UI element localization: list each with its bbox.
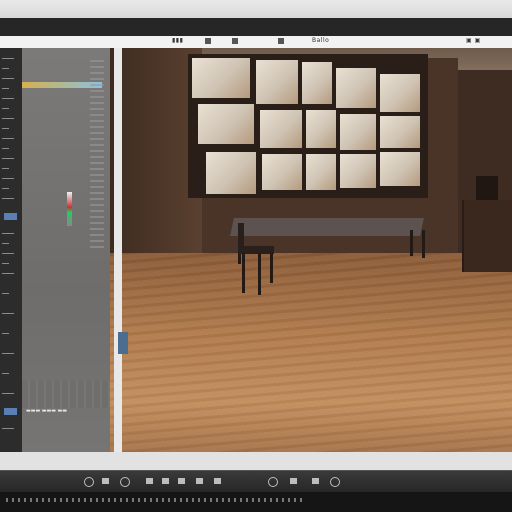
window-pane [336, 68, 376, 108]
ruler-tick [2, 198, 14, 199]
ruler-tick [2, 333, 9, 334]
ruler-tick [2, 263, 9, 264]
copy-icon[interactable] [196, 478, 203, 484]
ruler-tick [2, 98, 14, 99]
stop-icon[interactable] [102, 478, 109, 484]
menu-item-left[interactable]: ▮▮▮ [172, 37, 183, 44]
ruler-tick [2, 253, 14, 254]
window-pane [380, 152, 420, 186]
ruler-tick [2, 148, 9, 149]
chair-leg [270, 253, 273, 283]
marker-icon[interactable] [162, 478, 169, 484]
color-swatch[interactable] [67, 192, 72, 226]
window-pane [206, 152, 256, 194]
window-pane [198, 104, 254, 144]
ruler-tick [2, 243, 9, 244]
window-pane [380, 74, 420, 112]
timeline-bar[interactable] [0, 492, 512, 512]
ruler-tick [2, 108, 9, 109]
timeline-track[interactable] [6, 498, 306, 502]
view-icon[interactable] [278, 38, 284, 44]
window-pane [340, 154, 376, 188]
ruler-tick [2, 158, 14, 159]
window-title-strip [0, 18, 512, 36]
ruler-tick [2, 138, 14, 139]
panel-splitter[interactable] [114, 48, 122, 452]
panel-controls[interactable] [22, 380, 114, 408]
window-pane [306, 154, 336, 190]
transport-toolbar [0, 470, 512, 493]
snap-icon[interactable] [330, 477, 340, 487]
layout-icon[interactable] [232, 38, 238, 44]
panel-footer-text: ▬▬▬ ▬▬▬ ▬▬ [26, 408, 67, 414]
scene-cabinet-object [476, 176, 498, 200]
record-icon[interactable] [120, 477, 130, 487]
ruler-tick [2, 78, 14, 79]
track-marker[interactable] [4, 213, 17, 220]
scene-wood-floor [110, 253, 512, 452]
left-ruler-strip [0, 48, 22, 452]
cut-icon[interactable] [178, 478, 185, 484]
desk-leg [410, 230, 413, 256]
scene-chair-back [238, 223, 244, 248]
paste-icon[interactable] [214, 478, 221, 484]
window-pane [380, 116, 420, 148]
window-pane [302, 62, 332, 104]
settings-icon[interactable] [268, 477, 278, 487]
window-pane [192, 58, 250, 98]
scene-desk [230, 218, 424, 236]
menu-item-mid[interactable]: Ballo [312, 37, 329, 44]
ruler-tick [2, 273, 14, 274]
ruler-tick [2, 188, 9, 189]
ruler-tick [2, 428, 14, 429]
track-marker[interactable] [4, 408, 17, 415]
grid-toggle-icon[interactable] [312, 478, 319, 484]
ruler-tick [2, 313, 14, 314]
play-icon[interactable] [84, 477, 94, 487]
window-pane [256, 60, 298, 104]
menu-item-right[interactable]: ▣ ▣ [466, 37, 481, 44]
splitter-handle[interactable] [118, 332, 128, 354]
chair-leg [258, 253, 261, 295]
ruler-tick [2, 178, 14, 179]
ruler-tick [2, 128, 9, 129]
window-pane [262, 154, 302, 190]
window-pane [306, 110, 336, 148]
ruler-tick [2, 293, 9, 294]
ruler-tick [2, 88, 9, 89]
ruler-tick [2, 353, 14, 354]
panel-list-lines [90, 60, 104, 250]
ruler-tick [2, 118, 14, 119]
desk-leg [422, 230, 425, 258]
ruler-tick [2, 393, 14, 394]
zoom-icon[interactable] [290, 478, 297, 484]
ruler-tick [2, 168, 9, 169]
window-pane [260, 110, 302, 148]
window-pane [340, 114, 376, 150]
grid-icon[interactable] [205, 38, 211, 44]
ruler-tick [2, 58, 14, 59]
scene-cabinet [462, 200, 512, 272]
render-viewport[interactable] [110, 48, 512, 452]
chair-leg [242, 253, 245, 293]
ruler-tick [2, 373, 9, 374]
ruler-tick [2, 68, 9, 69]
ruler-tick [2, 233, 14, 234]
loop-icon[interactable] [146, 478, 153, 484]
